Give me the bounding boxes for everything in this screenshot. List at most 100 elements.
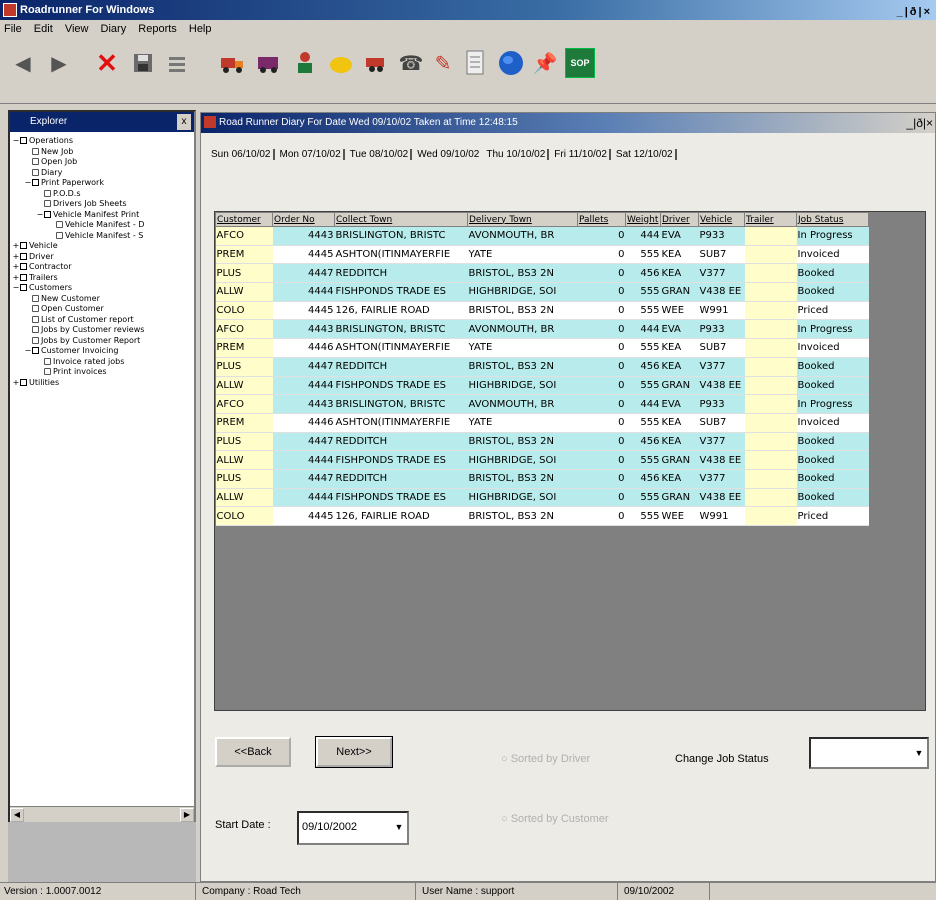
menu-diary[interactable]: Diary (101, 23, 127, 35)
start-date-field[interactable]: 09/10/2002 ▼ (297, 811, 409, 845)
menu-edit[interactable]: Edit (34, 23, 53, 35)
truck-icon[interactable] (218, 48, 248, 78)
jobs-grid[interactable]: Customer Order No Collect Town Delivery Tow… (214, 211, 926, 711)
document-icon[interactable] (460, 48, 490, 78)
back-arrow-icon[interactable]: ◀ (8, 48, 38, 78)
tree-node[interactable]: List of Customer report (10, 315, 194, 326)
day-tab[interactable]: Sat 12/10/02 (614, 149, 677, 160)
column-header[interactable]: Customer (215, 212, 273, 227)
tree-node[interactable]: Vehicle Manifest - S (10, 231, 194, 242)
table-row[interactable]: PLUS 4447 REDDITCH BRISTOL, BS3 2N 0 456 KEA V3… (215, 432, 869, 452)
sort-driver-option[interactable]: ○ Sorted by Driver (501, 753, 590, 765)
save-icon[interactable] (128, 48, 158, 78)
table-row[interactable]: ALLW 4444 FISHPONDS TRADE ES HIGHBRIDGE, SO… (215, 376, 869, 396)
table-row[interactable]: ALLW 4444 FISHPONDS TRADE ES HIGHBRIDGE, SO… (215, 488, 869, 508)
collapse-icon[interactable]: − (12, 136, 20, 147)
helmet-icon[interactable] (326, 48, 356, 78)
column-header[interactable]: Collect Town (334, 212, 468, 227)
menu-reports[interactable]: Reports (138, 23, 177, 35)
pin-icon[interactable]: 📌 (530, 48, 560, 78)
column-header[interactable]: Trailer (744, 212, 797, 227)
tree-node[interactable]: − Vehicle Manifest Print (10, 210, 194, 221)
change-job-status-select[interactable]: ▼ (809, 737, 929, 769)
app-title-bar[interactable]: Roadrunner For Windows _|ð|× (0, 0, 936, 20)
tree-node[interactable]: Jobs by Customer Report (10, 336, 194, 347)
expand-icon[interactable]: + (12, 273, 20, 284)
explorer-close-button[interactable]: x (177, 114, 191, 130)
tree-node[interactable]: Open Job (10, 157, 194, 168)
tree-node[interactable]: Open Customer (10, 304, 194, 315)
globe-icon[interactable] (496, 48, 526, 78)
menu-file[interactable]: File (4, 23, 22, 35)
tools-icon[interactable] (162, 48, 192, 78)
table-row[interactable]: PLUS 4447 REDDITCH BRISTOL, BS3 2N 0 456 KEA V3… (215, 469, 869, 489)
table-row[interactable]: ALLW 4444 FISHPONDS TRADE ES HIGHBRIDGE, SO… (215, 450, 869, 470)
back-button[interactable]: <<Back (215, 737, 291, 767)
tree-node[interactable]: + Driver (10, 252, 194, 263)
tree-node[interactable]: + Utilities (10, 378, 194, 389)
column-header[interactable]: Vehicle (698, 212, 745, 227)
explorer-scrollbar[interactable]: ◀ ▶ (10, 806, 194, 822)
pencil-icon[interactable]: ✎ (428, 48, 458, 78)
scroll-left-icon[interactable]: ◀ (10, 808, 24, 822)
expand-icon[interactable]: + (12, 252, 20, 263)
tree-node[interactable]: Invoice rated jobs (10, 357, 194, 368)
day-tab[interactable]: Mon 07/10/02 (278, 149, 345, 160)
table-row[interactable]: AFCO 4443 BRISLINGTON, BRISTC AVONMOUTH, BR… (215, 226, 869, 246)
diary-title-bar[interactable]: Road Runner Diary For Date Wed 09/10/02 … (201, 113, 935, 133)
table-row[interactable]: PLUS 4447 REDDITCH BRISTOL, BS3 2N 0 456 KEA V3… (215, 357, 869, 377)
menu-help[interactable]: Help (189, 23, 212, 35)
next-button[interactable]: Next>> (315, 736, 393, 768)
table-row[interactable]: PREM 4446 ASHTON(ITINMAYERFIE YATE 0 555 KEA SU… (215, 413, 869, 433)
window-buttons[interactable]: _|ð|× (897, 2, 932, 22)
table-row[interactable]: AFCO 4443 BRISLINGTON, BRISTC AVONMOUTH, BR… (215, 394, 869, 414)
trailer-icon[interactable] (362, 48, 392, 78)
table-row[interactable]: COLO 4445 126, FAIRLIE ROAD BRISTOL, BS3 2N… (215, 506, 869, 526)
tree-node[interactable]: P.O.D.s (10, 189, 194, 200)
tree-node[interactable]: + Trailers (10, 273, 194, 284)
tree-node[interactable]: + Vehicle (10, 241, 194, 252)
table-row[interactable]: COLO 4445 126, FAIRLIE ROAD BRISTOL, BS3 2N… (215, 301, 869, 321)
diary-window-buttons[interactable]: _|ð|× (906, 113, 933, 133)
column-header[interactable]: Pallets (577, 212, 626, 227)
tree-node[interactable]: − Customer Invoicing (10, 346, 194, 357)
column-header[interactable]: Driver (660, 212, 699, 227)
day-tab[interactable]: Thu 10/10/02 (484, 149, 550, 160)
expand-icon[interactable]: + (12, 262, 20, 273)
day-tab[interactable]: Wed 09/10/02 (415, 149, 481, 160)
day-tab[interactable]: Sun 06/10/02 (209, 149, 275, 160)
table-row[interactable]: PREM 4445 ASHTON(ITINMAYERFIE YATE 0 555 KEA SU… (215, 245, 869, 265)
tree-node[interactable]: Print invoices (10, 367, 194, 378)
sort-customer-option[interactable]: ○ Sorted by Customer (501, 813, 609, 825)
table-row[interactable]: ALLW 4444 FISHPONDS TRADE ES HIGHBRIDGE, SO… (215, 282, 869, 302)
column-header[interactable]: Job Status (796, 212, 869, 227)
expand-icon[interactable]: + (12, 241, 20, 252)
vehicle-icon[interactable] (254, 48, 284, 78)
tree-node[interactable]: New Customer (10, 294, 194, 305)
tree-node[interactable]: Jobs by Customer reviews (10, 325, 194, 336)
table-row[interactable]: PLUS 4447 REDDITCH BRISTOL, BS3 2N 0 456 KEA V3… (215, 263, 869, 284)
collapse-icon[interactable]: − (36, 210, 44, 221)
driver-icon[interactable] (290, 48, 320, 78)
collapse-icon[interactable]: − (12, 283, 20, 294)
column-header[interactable]: Order No (272, 212, 335, 227)
table-row[interactable]: AFCO 4443 BRISLINGTON, BRISTC AVONMOUTH, BR… (215, 319, 869, 340)
tree-node[interactable]: Diary (10, 168, 194, 179)
expand-icon[interactable]: + (12, 378, 20, 389)
column-header[interactable]: Delivery Town (467, 212, 578, 227)
sop-icon[interactable]: SOP (565, 48, 595, 78)
collapse-icon[interactable]: − (24, 178, 32, 189)
table-row[interactable]: PREM 4446 ASHTON(ITINMAYERFIE YATE 0 555 KEA SU… (215, 338, 869, 358)
menu-view[interactable]: View (65, 23, 89, 35)
tree-node[interactable]: − Customers (10, 283, 194, 294)
column-header[interactable]: Weight (625, 212, 661, 227)
forward-arrow-icon[interactable]: ▶ (44, 48, 74, 78)
delete-icon[interactable]: ✕ (92, 48, 122, 78)
tree-node[interactable]: New Job (10, 147, 194, 158)
day-tab[interactable]: Tue 08/10/02 (348, 149, 413, 160)
tree-node[interactable]: − Operations (10, 136, 194, 147)
day-tab[interactable]: Fri 11/10/02 (552, 149, 611, 160)
collapse-icon[interactable]: − (24, 346, 32, 357)
tree-node[interactable]: Drivers Job Sheets (10, 199, 194, 210)
scroll-right-icon[interactable]: ▶ (180, 808, 194, 822)
